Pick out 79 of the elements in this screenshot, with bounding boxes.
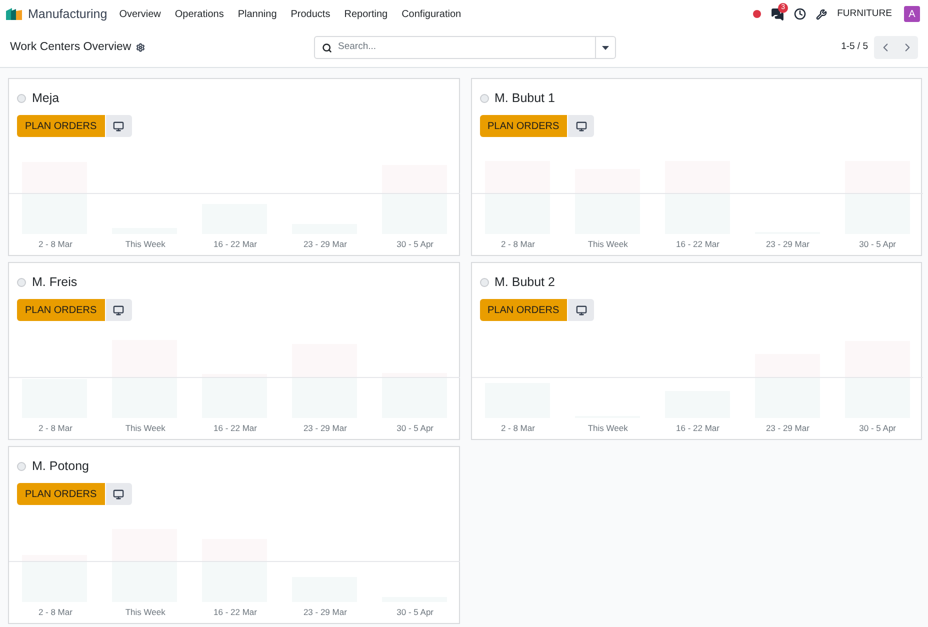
plan-orders-button[interactable]: PLAN ORDERS: [17, 299, 105, 321]
week-label: This Week: [588, 422, 628, 435]
chart-bar: [22, 379, 87, 418]
menu-item[interactable]: Operations: [174, 6, 224, 22]
week-label: 23 - 29 Mar: [766, 238, 810, 251]
pager-value[interactable]: 1-5 / 5: [841, 40, 868, 55]
week-label: This Week: [125, 238, 166, 251]
plan-orders-button[interactable]: PLAN ORDERS: [17, 483, 105, 505]
week-label: 30 - 5 Apr: [396, 238, 434, 251]
chart-bar: [382, 165, 447, 234]
chart-bar: [202, 539, 267, 602]
company-name[interactable]: FURNITURE: [837, 6, 892, 22]
menu-item[interactable]: Planning: [238, 6, 277, 22]
monitor-icon: [113, 120, 124, 132]
week-label: 30 - 5 Apr: [396, 422, 434, 435]
user-avatar[interactable]: A: [904, 6, 920, 22]
week-label: This Week: [588, 238, 628, 251]
week-label: 30 - 5 Apr: [859, 422, 896, 435]
week-label: 2 - 8 Mar: [500, 422, 535, 435]
work-center-display-button[interactable]: [106, 299, 132, 321]
week-label: 2 - 8 Mar: [500, 238, 535, 251]
work-center-display-button[interactable]: [568, 115, 594, 137]
week-label: 23 - 29 Mar: [303, 606, 347, 619]
selection-radio[interactable]: [480, 94, 488, 102]
chart-bar: [754, 354, 820, 418]
work-center-display-button[interactable]: [106, 115, 132, 137]
week-label: 16 - 22 Mar: [214, 606, 257, 619]
plan-orders-button[interactable]: PLAN ORDERS: [480, 115, 568, 137]
week-label: 2 - 8 Mar: [38, 422, 72, 435]
week-label: 2 - 8 Mar: [38, 238, 72, 251]
work-center-name[interactable]: M. Potong: [32, 456, 89, 476]
chart-bar: [382, 373, 447, 418]
week-label: 23 - 29 Mar: [766, 422, 810, 435]
menu-item[interactable]: Reporting: [344, 6, 388, 22]
week-label: 30 - 5 Apr: [396, 606, 434, 619]
app-logo-icon: [6, 8, 22, 20]
selection-radio[interactable]: [17, 94, 26, 102]
page-title: Work Centers Overview: [10, 40, 132, 55]
monitor-icon: [113, 304, 124, 316]
messages-icon[interactable]: [771, 8, 784, 20]
work-center-name[interactable]: Meja: [32, 88, 60, 108]
search-input[interactable]: Search...: [338, 40, 595, 55]
monitor-icon: [576, 304, 587, 316]
week-label: 23 - 29 Mar: [303, 238, 347, 251]
work-center-name[interactable]: M. Bubut 1: [494, 88, 555, 108]
selection-radio[interactable]: [480, 278, 488, 286]
work-center-name[interactable]: M. Bubut 2: [494, 272, 555, 292]
app-name[interactable]: Manufacturing: [28, 4, 108, 24]
plan-orders-button[interactable]: PLAN ORDERS: [17, 115, 105, 137]
work-center-display-button[interactable]: [568, 299, 594, 321]
menu-item[interactable]: Products: [290, 6, 330, 22]
week-label: This Week: [125, 606, 166, 619]
week-label: 23 - 29 Mar: [303, 422, 347, 435]
week-label: This Week: [125, 422, 166, 435]
menu-item[interactable]: Overview: [119, 6, 161, 22]
chart-bar: [22, 555, 87, 602]
selection-radio[interactable]: [17, 462, 26, 470]
search-icon: [322, 42, 332, 52]
tools-icon[interactable]: [816, 8, 828, 20]
selection-radio[interactable]: [17, 278, 26, 286]
settings-icon[interactable]: [136, 43, 146, 52]
chart-bar: [574, 169, 640, 234]
menu-item[interactable]: Configuration: [402, 6, 462, 22]
monitor-icon: [576, 120, 587, 132]
work-center-display-button[interactable]: [106, 483, 132, 505]
week-label: 16 - 22 Mar: [676, 238, 720, 251]
week-label: 16 - 22 Mar: [214, 238, 257, 251]
caret-down-icon[interactable]: [602, 46, 609, 50]
chart-bar: [22, 162, 87, 234]
monitor-icon: [113, 488, 124, 500]
clock-icon[interactable]: [794, 8, 806, 20]
week-label: 30 - 5 Apr: [859, 238, 896, 251]
week-label: 2 - 8 Mar: [38, 606, 72, 619]
week-label: 16 - 22 Mar: [214, 422, 257, 435]
work-center-name[interactable]: M. Freis: [32, 272, 78, 292]
week-label: 16 - 22 Mar: [676, 422, 720, 435]
search-field[interactable]: Search...: [314, 36, 616, 59]
chart-bar: [202, 374, 267, 418]
plan-orders-button[interactable]: PLAN ORDERS: [480, 299, 568, 321]
